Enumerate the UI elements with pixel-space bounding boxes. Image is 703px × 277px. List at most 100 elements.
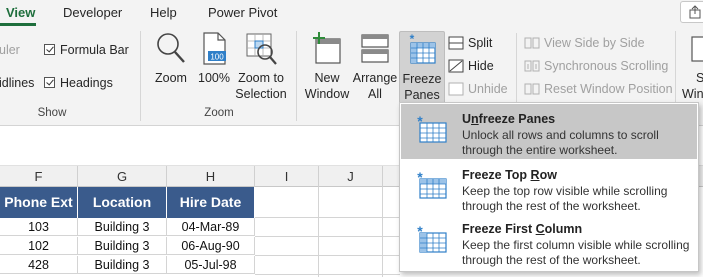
headings-option[interactable]: Headings [44, 76, 113, 94]
tab-view[interactable]: View [6, 5, 35, 20]
menu-item-freeze-first-column[interactable]: * Freeze First Column Keep the first col… [401, 214, 697, 269]
freeze-panes-menu: * Unfreeze Panes Unlock all rows and col… [399, 102, 699, 272]
reset-position-icon [524, 83, 540, 95]
zoom-100-label: 100% [198, 71, 230, 85]
new-window-label-1: New [314, 71, 340, 85]
ribbon-tab-bar: View Developer Help Power Pivot [0, 0, 703, 27]
tab-power-pivot[interactable]: Power Pivot [208, 5, 277, 20]
split-icon [448, 36, 464, 50]
hide-window-icon [448, 59, 464, 73]
active-tab-indicator [0, 23, 36, 26]
freeze-panes-button[interactable]: * Freeze Panes ⌄ [399, 31, 445, 118]
column-header-g[interactable]: G [78, 166, 167, 187]
switch-windows-icon [691, 36, 703, 62]
unfreeze-panes-icon: * [417, 116, 447, 143]
split-button[interactable]: Split [448, 34, 492, 54]
gridline [255, 274, 400, 275]
new-window-label-2: Window [304, 87, 350, 101]
formula-bar-checkbox[interactable] [44, 44, 55, 55]
gridline [255, 236, 400, 237]
gridlines-label: idlines [0, 76, 35, 90]
freeze-top-row-icon: * [417, 172, 447, 199]
arrange-all-button[interactable]: Arrange All [352, 31, 398, 102]
zoom-button[interactable]: Zoom [151, 31, 191, 86]
new-window-button[interactable]: New Window [302, 31, 352, 102]
headings-label: Headings [60, 76, 113, 90]
menu-item-description: Keep the top row visible while scrolling… [462, 184, 668, 213]
snowflake-mark: * [417, 116, 423, 129]
gridline [318, 187, 319, 277]
snowflake-mark: * [410, 34, 415, 46]
page-100-icon: 100 [203, 32, 226, 65]
menu-item-description: Keep the first column visible while scro… [462, 238, 690, 267]
column-header-j[interactable]: J [319, 166, 383, 187]
share-icon [689, 5, 701, 19]
reset-window-position-button[interactable]: Reset Window Position [524, 80, 673, 100]
group-label-zoom: Zoom [204, 107, 234, 119]
zoom-selection-label-2: Selection [235, 87, 287, 101]
hide-button[interactable]: Hide [448, 57, 494, 77]
freeze-panes-label-2: Panes [404, 88, 440, 102]
new-window-icon [313, 32, 341, 64]
zoom-selection-label-1: Zoom to [238, 71, 284, 85]
gridline [382, 187, 383, 277]
cell-location[interactable]: Building 3 [78, 237, 167, 255]
switch-windows-button[interactable]: S Win [680, 31, 703, 102]
menu-item-freeze-top-row[interactable]: * Freeze Top Row Keep the top row visibl… [401, 160, 697, 215]
menu-item-unfreeze-panes[interactable]: * Unfreeze Panes Unlock all rows and col… [401, 104, 697, 159]
unhide-window-icon [448, 82, 464, 96]
formula-bar-label: Formula Bar [60, 43, 129, 57]
zoom-100-button[interactable]: 100 100% [196, 31, 232, 86]
cell-location[interactable]: Building 3 [78, 256, 167, 274]
cell-phone-ext[interactable]: 102 [0, 237, 78, 255]
ruler-option[interactable]: uler [0, 43, 20, 61]
header-cell-phone-ext[interactable]: Phone Ext [0, 187, 78, 218]
hide-label: Hide [468, 59, 494, 73]
column-header-h[interactable]: H [167, 166, 255, 187]
unhide-button[interactable]: Unhide [448, 80, 508, 100]
group-separator [516, 33, 517, 103]
side-by-side-icon [524, 37, 540, 49]
header-cell-location[interactable]: Location [78, 187, 167, 218]
gridline [255, 255, 400, 256]
menu-item-title: Freeze Top Row [462, 168, 557, 182]
share-button[interactable] [680, 1, 703, 23]
menu-item-title: Freeze First Column [462, 222, 583, 236]
menu-item-title: Unfreeze Panes [462, 112, 556, 126]
group-separator [140, 31, 141, 121]
cell-hire-date[interactable]: 06-Aug-90 [167, 237, 255, 255]
switch-windows-label-2: Win [682, 87, 703, 101]
arrange-all-label-1: Arrange [352, 71, 398, 85]
tab-help[interactable]: Help [150, 5, 177, 20]
gridlines-option[interactable]: idlines [0, 76, 34, 94]
arrange-all-label-2: All [368, 87, 382, 101]
unhide-label: Unhide [468, 82, 508, 96]
sync-scroll-icon [524, 60, 540, 72]
header-cell-hire-date[interactable]: Hire Date [167, 187, 255, 218]
view-side-by-side-button[interactable]: View Side by Side [524, 34, 645, 54]
magnifier-icon [157, 33, 185, 63]
arrange-all-icon [361, 34, 389, 63]
formula-bar-option[interactable]: Formula Bar [44, 43, 129, 61]
cell-phone-ext[interactable]: 103 [0, 218, 78, 236]
synchronous-scrolling-label: Synchronous Scrolling [544, 59, 669, 73]
cell-hire-date[interactable]: 05-Jul-98 [167, 256, 255, 274]
zoom-to-selection-button[interactable]: Zoom to Selection [234, 31, 288, 102]
column-header-f[interactable]: F [0, 166, 78, 187]
reset-window-position-label: Reset Window Position [544, 82, 673, 96]
synchronous-scrolling-button[interactable]: Synchronous Scrolling [524, 57, 668, 77]
group-label-show: Show [37, 107, 67, 119]
snowflake-mark: * [417, 172, 423, 185]
cell-phone-ext[interactable]: 428 [0, 256, 78, 274]
group-separator [296, 31, 297, 121]
freeze-first-column-icon: * [417, 226, 447, 253]
menu-item-description: Unlock all rows and columns to scroll th… [462, 128, 659, 157]
switch-windows-label-1: S [696, 71, 703, 85]
zoom-selection-icon [246, 33, 277, 65]
hundred-icon-text: 100 [210, 53, 224, 62]
tab-developer[interactable]: Developer [63, 5, 122, 20]
cell-hire-date[interactable]: 04-Mar-89 [167, 218, 255, 236]
column-header-i[interactable]: I [255, 166, 319, 187]
headings-checkbox[interactable] [44, 77, 55, 88]
cell-location[interactable]: Building 3 [78, 218, 167, 236]
